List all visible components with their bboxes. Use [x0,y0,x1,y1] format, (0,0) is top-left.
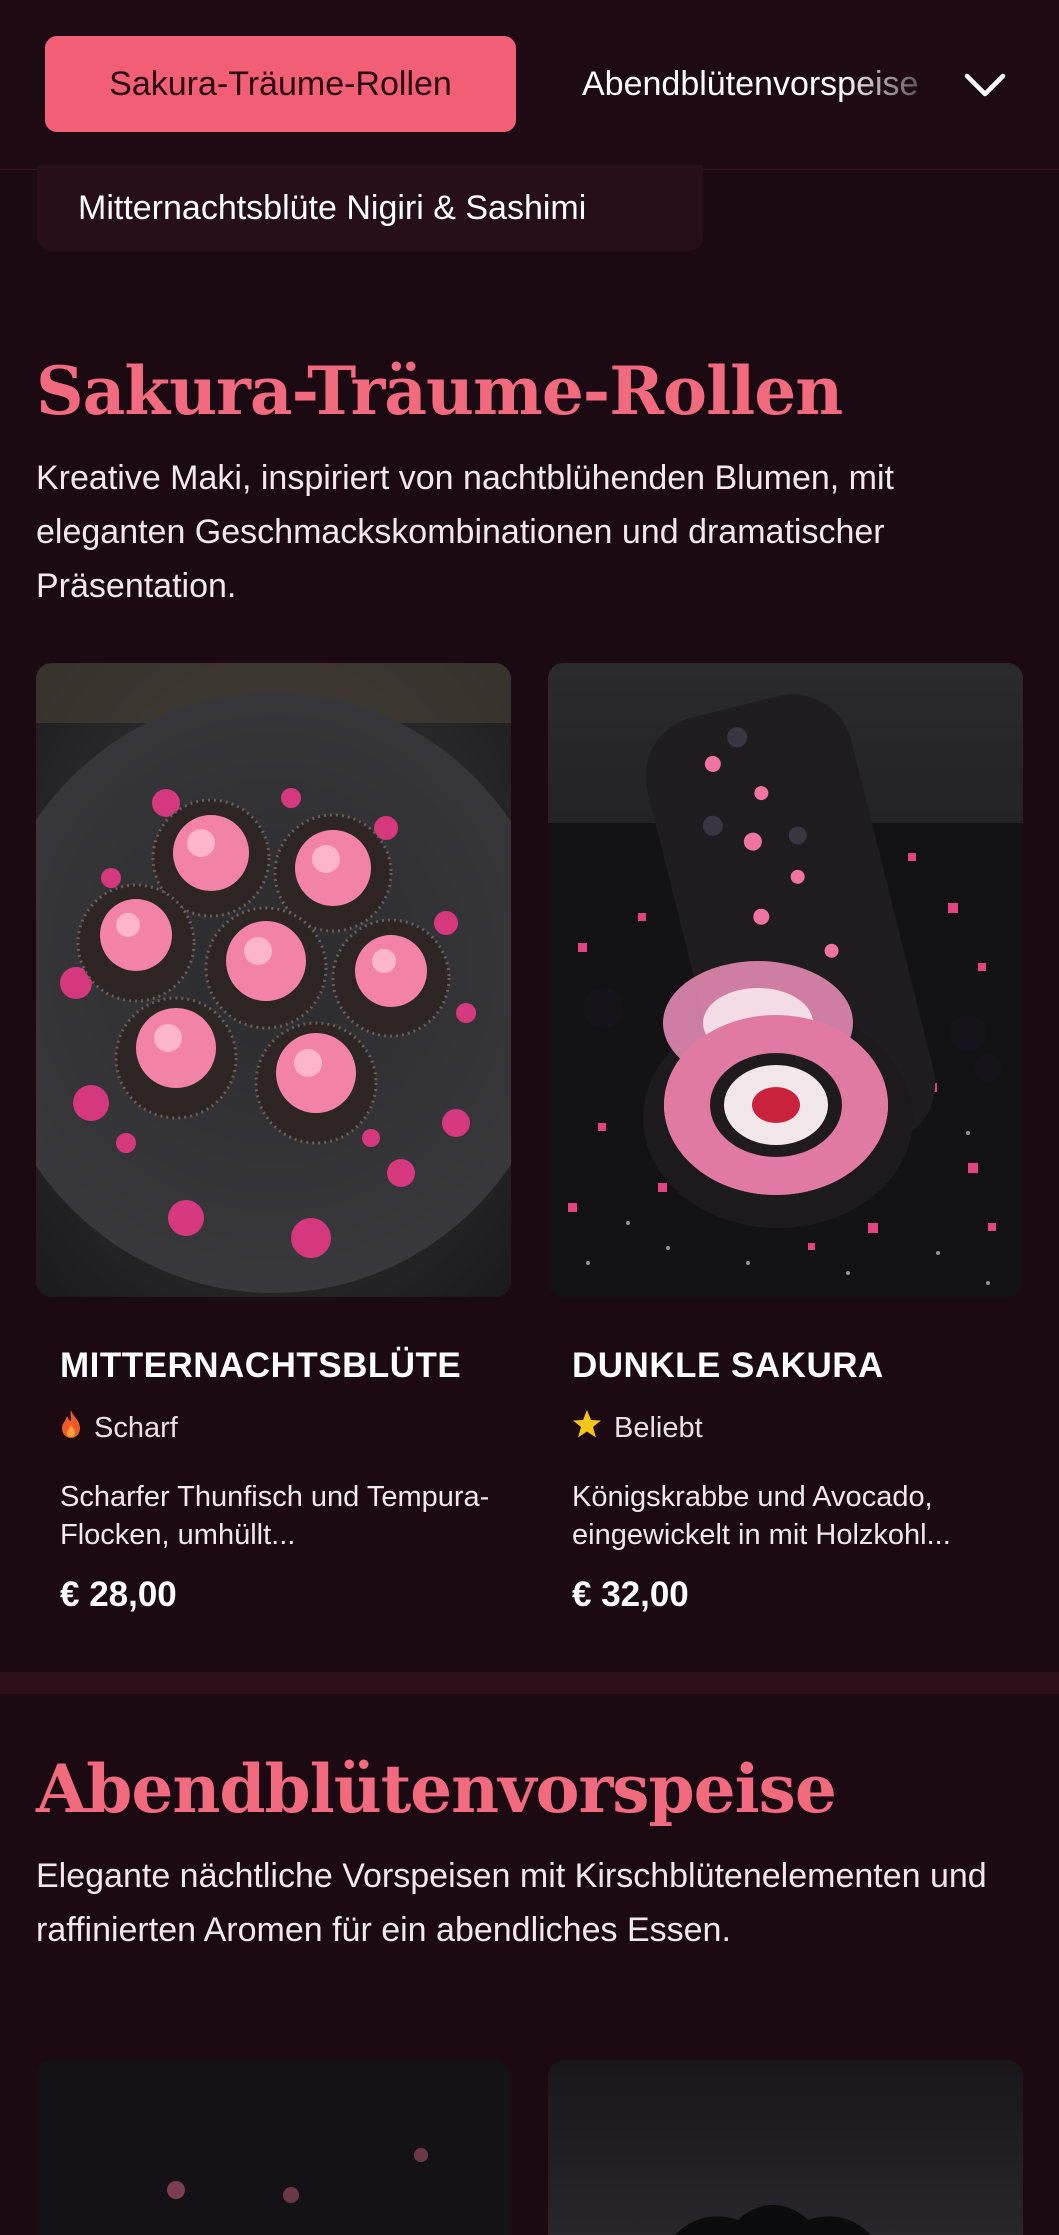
tab-label: Abendblütenvorspeise [582,64,919,103]
dish-description: Königskrabbe und Avocado, eingewickelt i… [572,1481,951,1551]
tab-mitternachtsbluete-nigiri-sashimi[interactable]: Mitternachtsblüte Nigiri & Sashimi [37,165,703,251]
dish-image[interactable] [548,2060,1023,2235]
section-title: Sakura-Träume-Rollen [36,352,843,430]
dish-tag-label: Beliebt [614,1411,703,1444]
dish-price: € 32,00 [572,1575,689,1614]
dish-price: € 28,00 [60,1575,177,1614]
section-description: Elegante nächtliche Vorspeisen mit Kirsc… [36,1857,987,1949]
star-icon [572,1409,602,1447]
tab-label: Sakura-Träume-Rollen [109,64,452,103]
dish-tag: Beliebt [572,1408,703,1448]
section-title: Abendblütenvorspeise [36,1750,837,1828]
dish-tag: Scharf [60,1408,178,1448]
category-nav: Sakura-Träume-Rollen Abendblütenvorspeis… [0,0,1059,170]
dish-description: Scharfer Thunfisch und Tempura-Flocken, … [60,1481,490,1551]
section-divider [0,1672,1059,1694]
section-description: Kreative Maki, inspiriert von nachtblühe… [36,459,894,605]
tab-label: Mitternachtsblüte Nigiri & Sashimi [78,188,587,227]
tab-sakura-traeume-rollen[interactable]: Sakura-Träume-Rollen [45,36,516,132]
dish-name: MITTERNACHTSBLÜTE [60,1346,462,1385]
dish-image-dunkle-sakura[interactable] [548,663,1023,1297]
tab-abendbluetenvorspeise[interactable]: Abendblütenvorspeise [582,36,952,132]
dish-image-mitternachtsbluete[interactable] [36,663,511,1297]
dish-image[interactable] [36,2060,511,2235]
chevron-down-icon[interactable] [960,60,1010,110]
flame-icon [60,1409,82,1447]
dish-tag-label: Scharf [94,1411,178,1444]
dish-name: DUNKLE SAKURA [572,1346,884,1385]
